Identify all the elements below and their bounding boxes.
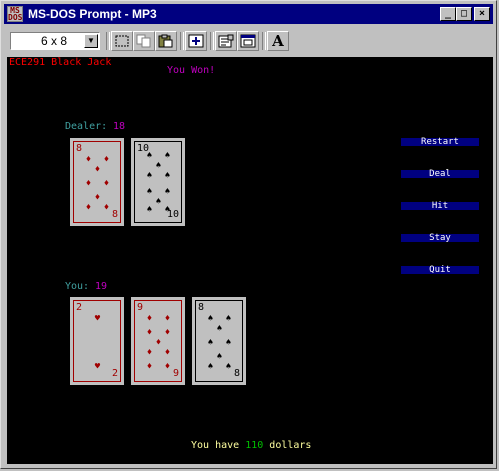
dealer-card: 8 ♦ ♦ ♦ ♦ ♦ ♦ ♦ ♦ 8 <box>70 138 124 226</box>
diamond-icon: ♦ <box>164 362 171 372</box>
copy-icon[interactable] <box>133 31 155 51</box>
card-rank-bottom: 8 <box>112 209 119 220</box>
card-rank-bottom: 2 <box>112 368 119 379</box>
diamond-icon: ♦ <box>94 165 101 175</box>
diamond-icon: ♦ <box>85 155 92 165</box>
diamond-icon: ♦ <box>103 179 110 189</box>
msdos-window: MSDOS MS-DOS Prompt - MP3 _ □ × 6 x 8 ▼ <box>0 0 497 469</box>
msdos-app-icon[interactable]: MS DOS <box>7 6 23 22</box>
card-face: 10 ♠ ♠ ♠ ♠ ♠ ♠ ♠ ♠ ♠ ♠ 10 <box>134 141 182 223</box>
spade-icon: ♠ <box>207 362 214 372</box>
player-card: 2 ♥ ♥ 2 <box>70 297 124 385</box>
heart-icon: ♥ <box>94 362 101 372</box>
spade-icon: ♠ <box>155 197 162 207</box>
fullscreen-icon[interactable] <box>185 31 207 51</box>
diamond-icon: ♦ <box>94 193 101 203</box>
dealer-label: Dealer: <box>65 121 108 132</box>
diamond-icon: ♦ <box>103 203 110 213</box>
spade-icon: ♠ <box>225 314 232 324</box>
money-line: You have 110 dollars <box>191 440 311 451</box>
spade-icon: ♠ <box>207 338 214 348</box>
diamond-icon: ♦ <box>146 362 153 372</box>
spade-icon: ♠ <box>164 151 171 161</box>
spade-icon: ♠ <box>164 187 171 197</box>
font-size-select[interactable]: 6 x 8 ▼ <box>10 32 100 50</box>
toolbar-separator <box>106 32 110 50</box>
deal-button[interactable]: Deal <box>401 170 479 179</box>
card-rank-bottom: 10 <box>167 209 180 220</box>
dealer-card: 10 ♠ ♠ ♠ ♠ ♠ ♠ ♠ ♠ ♠ ♠ 10 <box>131 138 185 226</box>
spade-icon: ♠ <box>207 314 214 324</box>
card-face: 8 ♦ ♦ ♦ ♦ ♦ ♦ ♦ ♦ 8 <box>73 141 121 223</box>
card-face: 2 ♥ ♥ 2 <box>73 300 121 382</box>
toolbar: 6 x 8 ▼ A <box>4 27 493 55</box>
toolbar-separator <box>262 32 266 50</box>
console-screen[interactable]: ECE291 Black Jack You Won! Dealer: 18 Yo… <box>7 57 493 464</box>
heart-icon: ♥ <box>94 314 101 324</box>
hit-button[interactable]: Hit <box>401 202 479 211</box>
player-score: 19 <box>95 281 108 292</box>
spade-icon: ♠ <box>225 338 232 348</box>
quit-button[interactable]: Quit <box>401 266 479 275</box>
spade-icon: ♠ <box>216 324 223 334</box>
money-prefix: You have <box>191 440 240 451</box>
title-bar[interactable]: MS DOS MS-DOS Prompt - MP3 _ □ × <box>4 4 493 24</box>
diamond-icon: ♦ <box>155 338 162 348</box>
spade-icon: ♠ <box>146 171 153 181</box>
properties-icon[interactable] <box>215 31 237 51</box>
card-rank-top: 8 <box>76 143 83 154</box>
spade-icon: ♠ <box>146 151 153 161</box>
card-rank-top: 2 <box>76 302 83 313</box>
diamond-icon: ♦ <box>85 203 92 213</box>
diamond-icon: ♦ <box>146 328 153 338</box>
stay-button[interactable]: Stay <box>401 234 479 243</box>
diamond-icon: ♦ <box>146 314 153 324</box>
minimize-button[interactable]: _ <box>440 7 456 21</box>
spade-icon: ♠ <box>146 205 153 215</box>
maximize-button[interactable]: □ <box>456 7 472 21</box>
money-amount: 110 <box>245 440 264 451</box>
card-rank-bottom: 9 <box>173 368 180 379</box>
dealer-score: 18 <box>113 121 126 132</box>
game-status: You Won! <box>167 65 216 76</box>
player-card: 8 ♠ ♠ ♠ ♠ ♠ ♠ ♠ ♠ 8 <box>192 297 246 385</box>
diamond-icon: ♦ <box>164 328 171 338</box>
diamond-icon: ♦ <box>164 314 171 324</box>
card-rank-top: 9 <box>137 302 144 313</box>
card-rank-top: 8 <box>198 302 205 313</box>
player-card: 9 ♦ ♦ ♦ ♦ ♦ ♦ ♦ ♦ ♦ 9 <box>131 297 185 385</box>
card-face: 8 ♠ ♠ ♠ ♠ ♠ ♠ ♠ ♠ 8 <box>195 300 243 382</box>
paste-icon[interactable] <box>155 31 177 51</box>
window-title: MS-DOS Prompt - MP3 <box>28 7 157 21</box>
toolbar-separator <box>210 32 214 50</box>
spade-icon: ♠ <box>164 171 171 181</box>
spade-icon: ♠ <box>225 362 232 372</box>
mark-icon[interactable] <box>111 31 133 51</box>
restart-button[interactable]: Restart <box>401 138 479 147</box>
diamond-icon: ♦ <box>146 348 153 358</box>
card-face: 9 ♦ ♦ ♦ ♦ ♦ ♦ ♦ ♦ ♦ 9 <box>134 300 182 382</box>
background-icon[interactable] <box>237 31 259 51</box>
diamond-icon: ♦ <box>103 155 110 165</box>
player-label: You: <box>65 281 90 292</box>
toolbar-separator <box>180 32 184 50</box>
chevron-down-icon[interactable]: ▼ <box>84 34 98 48</box>
card-rank-bottom: 8 <box>234 368 241 379</box>
spade-icon: ♠ <box>216 352 223 362</box>
close-button[interactable]: × <box>474 7 490 21</box>
spade-icon: ♠ <box>146 187 153 197</box>
font-size-value: 6 x 8 <box>41 34 68 48</box>
diamond-icon: ♦ <box>164 348 171 358</box>
font-icon[interactable]: A <box>267 31 289 51</box>
spade-icon: ♠ <box>155 161 162 171</box>
money-suffix: dollars <box>269 440 312 451</box>
game-title: ECE291 Black Jack <box>9 57 112 68</box>
diamond-icon: ♦ <box>85 179 92 189</box>
